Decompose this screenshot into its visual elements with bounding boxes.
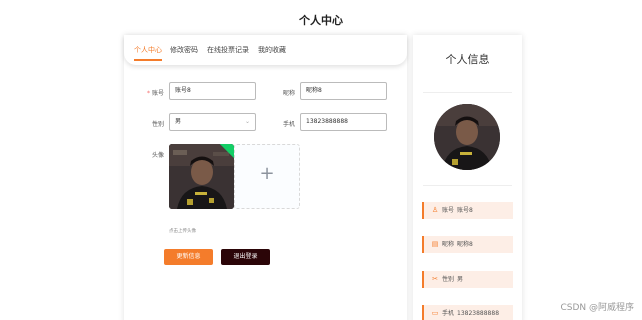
document-icon: ▤ — [431, 240, 439, 248]
gender-label: 性别 — [151, 121, 164, 128]
avatar-photo — [169, 144, 234, 209]
phone-icon: ▭ — [431, 309, 439, 317]
tab-change-password[interactable]: 修改密码 — [170, 45, 198, 55]
page-title: 个人中心 — [299, 14, 343, 27]
logout-button[interactable]: 退出登录 — [221, 249, 270, 265]
user-icon: ♙ — [431, 206, 439, 214]
uploaded-avatar-image[interactable] — [169, 144, 234, 209]
divider — [423, 185, 512, 186]
phone-input[interactable]: 13823888888 — [300, 113, 387, 131]
gender-icon: ✂ — [432, 275, 438, 283]
info-item-nickname: ▤ 昵称 昵称8 — [422, 236, 513, 253]
avatar-upload-button[interactable]: + — [234, 144, 300, 209]
chevron-down-icon: ⌄ — [244, 118, 250, 125]
tab-bar: 个人中心 修改密码 在线投票记录 我的收藏 — [124, 35, 407, 65]
gender-select[interactable]: 男 ⌄ — [169, 113, 256, 131]
avatar-label: 头像 — [151, 152, 164, 159]
info-card-title: 个人信息 — [445, 53, 490, 66]
info-item-gender: ✂ 性别男 — [422, 271, 513, 288]
update-info-button[interactable]: 更新信息 — [164, 249, 213, 265]
profile-avatar — [434, 104, 500, 170]
plus-icon: + — [259, 163, 275, 184]
info-item-account: ♙ 账号 账号8 — [422, 202, 513, 219]
profile-avatar-photo — [434, 104, 500, 170]
nickname-label: 昵称 — [282, 90, 295, 97]
account-label: * 账号 — [146, 90, 164, 97]
gender-select-value: 男 — [175, 118, 182, 125]
upload-tip: 点击上传头像 — [169, 229, 196, 234]
nickname-input[interactable]: 昵称8 — [300, 82, 387, 100]
tab-favorites[interactable]: 我的收藏 — [258, 45, 286, 55]
phone-label: 手机 — [282, 121, 295, 128]
active-tab-indicator — [134, 59, 162, 61]
divider — [423, 92, 512, 93]
account-input[interactable]: 账号8 — [169, 82, 256, 100]
info-item-phone: ▭ 手机 13823888888 — [422, 305, 513, 320]
tab-vote-records[interactable]: 在线投票记录 — [207, 45, 249, 55]
watermark: CSDN @阿威程序 — [560, 303, 634, 313]
profile-form-card: 个人中心 修改密码 在线投票记录 我的收藏 * 账号 账号8 昵称 昵称8 性别 … — [124, 35, 407, 320]
profile-info-card: 个人信息 ♙ 账号 账号8 ▤ 昵称 昵称8 ✂ 性别男 ▭ 手机 13823888888 — [413, 35, 522, 320]
tab-profile[interactable]: 个人中心 — [134, 45, 162, 55]
